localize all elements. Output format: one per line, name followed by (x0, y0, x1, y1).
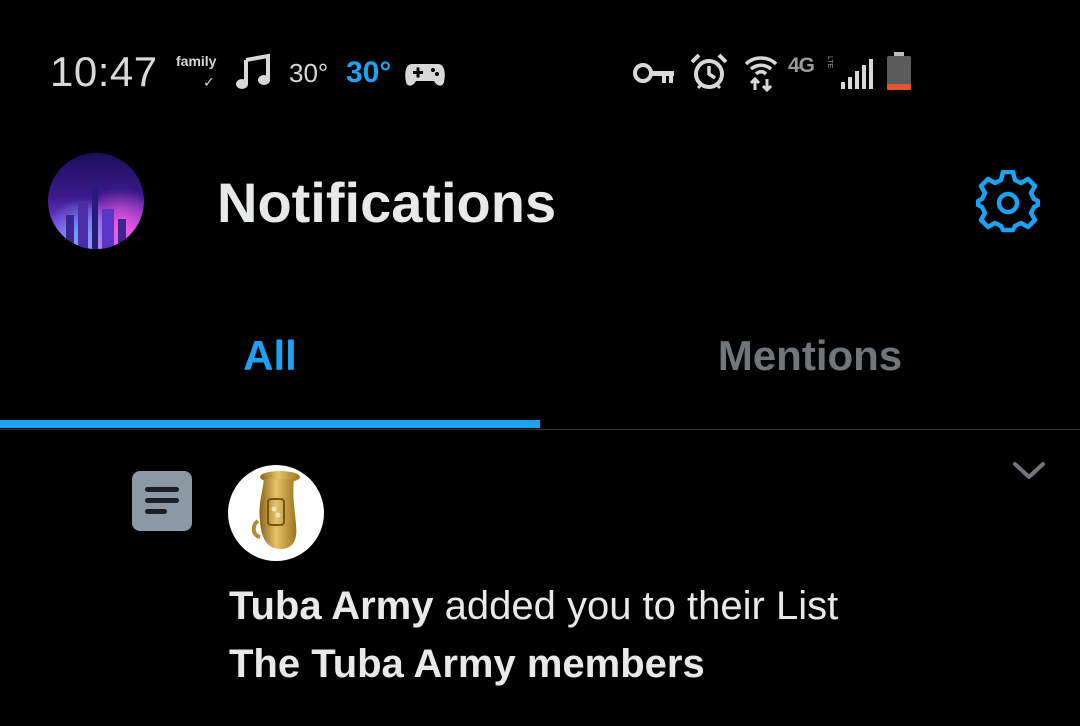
status-family-label: family (176, 53, 217, 69)
gamepad-icon (404, 60, 446, 93)
tab-mentions[interactable]: Mentions (540, 332, 1080, 380)
gear-icon[interactable] (975, 169, 1041, 239)
signal-icon (840, 56, 874, 95)
battery-icon (886, 52, 912, 97)
notification-text: Tuba Army added you to their List The Tub… (229, 577, 1029, 693)
network-type-label: 4G (788, 54, 815, 77)
status-temperature-accent: 30° (346, 56, 392, 89)
chevron-down-icon[interactable] (1012, 460, 1046, 487)
notification-user-name[interactable]: Tuba Army (229, 584, 433, 628)
tab-all[interactable]: All (0, 332, 540, 380)
list-icon (132, 471, 192, 531)
active-tab-indicator (0, 420, 540, 428)
page-title: Notifications (217, 171, 557, 234)
status-time: 10:47 (50, 48, 158, 95)
wifi-icon (744, 52, 778, 97)
network-sub-label: LTE (826, 56, 833, 69)
notification-item[interactable]: Tuba Army added you to their List The Tub… (0, 430, 1080, 726)
tab-bar: All Mentions (0, 300, 1080, 430)
notification-list-name[interactable]: The Tuba Army members (229, 642, 705, 686)
music-note-icon (234, 52, 274, 97)
profile-avatar[interactable] (48, 153, 144, 249)
status-temperature: 30° (289, 58, 329, 88)
tuba-army-avatar[interactable] (228, 465, 324, 561)
alarm-icon (689, 52, 729, 97)
vpn-key-icon (632, 60, 676, 91)
notification-action-text: added you to their List (433, 584, 839, 628)
status-family-check: ✓ (203, 74, 215, 90)
status-bar: 10:47 family ✓ 30° 30° 4G LTE (0, 0, 1080, 140)
